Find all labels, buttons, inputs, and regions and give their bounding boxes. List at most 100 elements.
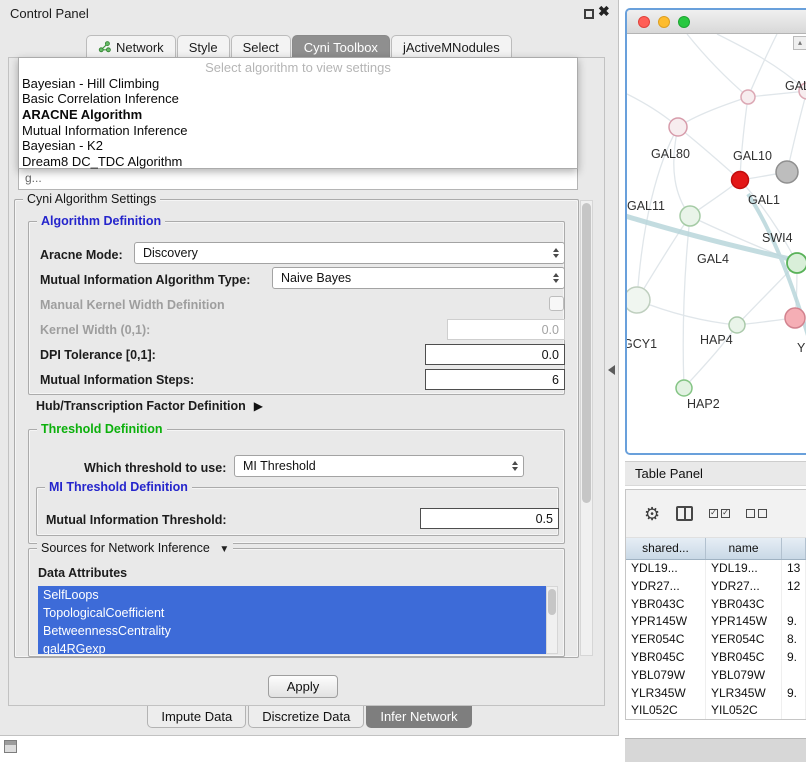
table-row[interactable]: YDL19... YDL19... 13 (626, 560, 806, 578)
node-label-hap2[interactable]: HAP2 (687, 397, 720, 411)
application: Control Panel ✖ Network Style Select Cyn… (0, 0, 806, 762)
table-settings-button[interactable]: ⚙ (644, 505, 660, 523)
node-label-gal80[interactable]: GAL80 (651, 147, 690, 161)
algorithm-option-bayesian-k2[interactable]: Bayesian - K2 (19, 138, 577, 154)
table-row[interactable]: YER054C YER054C 8. (626, 631, 806, 649)
mi-threshold-input[interactable] (420, 508, 559, 529)
tab-label: Network (116, 40, 164, 55)
table-row[interactable]: YBR043C YBR043C (626, 596, 806, 614)
algorithm-option-bayesian-hill-climbing[interactable]: Bayesian - Hill Climbing (19, 76, 577, 92)
tab-jactivemnodules[interactable]: jActiveMNodules (391, 35, 512, 58)
algorithm-option-mutual-information[interactable]: Mutual Information Inference (19, 123, 577, 139)
node-label-swi4[interactable]: SWI4 (762, 231, 793, 245)
hub-definition-expander[interactable]: Hub/Transcription Factor Definition ▶ (36, 399, 263, 413)
cell-name: YLR345W (706, 685, 782, 703)
tab-impute-data[interactable]: Impute Data (147, 706, 246, 728)
column-header-extra[interactable] (782, 538, 806, 559)
node-label-hap4[interactable]: HAP4 (700, 333, 733, 347)
show-columns-button[interactable] (676, 506, 693, 521)
aracne-mode-value: Discovery (143, 246, 198, 260)
network-icon (98, 41, 111, 53)
node-label-y-clipped[interactable]: Y (797, 341, 805, 355)
graph-node-gray[interactable] (776, 161, 798, 183)
graph-node-red[interactable] (732, 172, 749, 189)
group-title-algorithm-definition: Algorithm Definition (37, 214, 165, 229)
table-row[interactable]: YLR345W YLR345W 9. (626, 685, 806, 703)
graph-node[interactable] (669, 118, 687, 136)
close-icon[interactable]: ✖ (598, 3, 610, 19)
graph-node[interactable] (627, 287, 650, 313)
close-traffic-light-button[interactable] (638, 16, 650, 28)
graph-node[interactable] (729, 317, 745, 333)
mi-steps-input[interactable] (425, 369, 565, 390)
attribute-item-betweennesscentrality[interactable]: BetweennessCentrality (38, 622, 546, 640)
cell-shared-name: YBR045C (626, 649, 706, 667)
combo-arrows-icon (553, 248, 559, 258)
dpi-tolerance-input[interactable] (425, 344, 565, 365)
group-title-sources[interactable]: Sources for Network Inference ▼ (37, 541, 233, 557)
tab-label: Impute Data (161, 709, 232, 724)
cell-name: YBR043C (706, 596, 782, 614)
cell-extra: 12 (782, 578, 806, 596)
network-window-titlebar[interactable] (627, 10, 806, 34)
cell-extra: 8. (782, 631, 806, 649)
float-panel-icon[interactable] (584, 9, 594, 19)
minimized-panel-icon[interactable] (4, 740, 17, 753)
column-header-name[interactable]: name (706, 538, 782, 559)
attribute-item-topologicalcoefficient[interactable]: TopologicalCoefficient (38, 604, 546, 622)
graph-node[interactable] (676, 380, 692, 396)
settings-scrollbar[interactable] (580, 200, 593, 656)
algorithm-option-aracne[interactable]: ARACNE Algorithm (19, 107, 577, 123)
zoom-traffic-light-button[interactable] (678, 16, 690, 28)
algorithm-option-dream8[interactable]: Dream8 DC_TDC Algorithm (19, 154, 577, 170)
scrollbar-up-button[interactable]: ▴ (793, 36, 806, 50)
select-all-columns-button[interactable] (709, 509, 730, 518)
which-threshold-label: Which threshold to use: (84, 461, 226, 475)
column-header-shared-name[interactable]: shared... (626, 538, 706, 559)
unselect-all-columns-button[interactable] (746, 509, 767, 518)
attributes-scrollbar[interactable] (546, 586, 558, 654)
network-canvas[interactable]: GAL80 GAL10 GAL11 GAL1 SWI4 GAL4 GCY1 HA… (627, 34, 806, 453)
cell-extra (782, 667, 806, 685)
attribute-item-gal4rgexp[interactable]: gal4RGexp (38, 640, 546, 654)
panel-collapse-handle[interactable] (608, 365, 615, 375)
which-threshold-select[interactable]: MI Threshold (234, 455, 524, 477)
mi-steps-label: Mutual Information Steps: (40, 373, 194, 387)
cell-shared-name: YPR145W (626, 613, 706, 631)
minimize-traffic-light-button[interactable] (658, 16, 670, 28)
tab-style[interactable]: Style (177, 35, 230, 58)
tab-discretize-data[interactable]: Discretize Data (248, 706, 364, 728)
graph-node-pink[interactable] (785, 308, 805, 328)
tab-label: Select (243, 40, 279, 55)
expand-right-arrow-icon: ▶ (254, 399, 263, 413)
node-label-gal11[interactable]: GAL11 (627, 199, 665, 213)
scrollbar-thumb[interactable] (548, 589, 556, 615)
graph-node[interactable] (741, 90, 755, 104)
attribute-item-selfloops[interactable]: SelfLoops (38, 586, 546, 604)
tab-cyni-toolbox[interactable]: Cyni Toolbox (292, 35, 390, 58)
node-label-gal-clipped[interactable]: GAL (785, 79, 806, 93)
node-label-gal4[interactable]: GAL4 (697, 252, 729, 266)
table-row[interactable]: YBL079W YBL079W (626, 667, 806, 685)
apply-button[interactable]: Apply (268, 675, 338, 698)
table-header-row: shared... name (626, 538, 806, 560)
table-row[interactable]: YBR045C YBR045C 9. (626, 649, 806, 667)
node-label-gal10[interactable]: GAL10 (733, 149, 772, 163)
graph-node[interactable] (787, 253, 806, 273)
algorithm-option-basic-correlation[interactable]: Basic Correlation Inference (19, 91, 577, 107)
mi-algorithm-type-select[interactable]: Naive Bayes (272, 267, 565, 289)
kernel-width-input[interactable] (447, 319, 565, 340)
scrollbar-thumb[interactable] (582, 203, 591, 503)
tab-select[interactable]: Select (231, 35, 291, 58)
node-label-gal1[interactable]: GAL1 (748, 193, 780, 207)
graph-node[interactable] (680, 206, 700, 226)
table-row[interactable]: YPR145W YPR145W 9. (626, 613, 806, 631)
table-row[interactable]: YDR27... YDR27... 12 (626, 578, 806, 596)
tab-network[interactable]: Network (86, 35, 176, 58)
node-label-gcy1[interactable]: GCY1 (625, 337, 657, 351)
table-row[interactable]: YIL052C YIL052C (626, 702, 806, 720)
manual-kernel-checkbox[interactable] (549, 296, 564, 311)
checked-boxes-icon (709, 509, 730, 518)
aracne-mode-select[interactable]: Discovery (134, 242, 565, 264)
tab-infer-network[interactable]: Infer Network (366, 706, 471, 728)
